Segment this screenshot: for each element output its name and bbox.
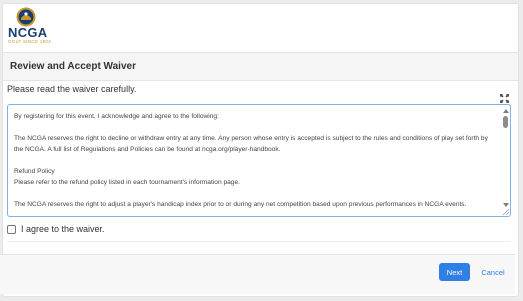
waiver-scrollbar[interactable] bbox=[502, 107, 510, 214]
agree-checkbox[interactable] bbox=[7, 225, 16, 234]
footer-bar bbox=[0, 254, 515, 294]
agree-label[interactable]: I agree to the waiver. bbox=[21, 224, 105, 234]
next-button[interactable]: Next bbox=[439, 263, 470, 281]
ncga-emblem-icon bbox=[16, 7, 36, 27]
waiver-content: By registering for this event, I acknowl… bbox=[14, 111, 494, 215]
scroll-down-arrow-icon[interactable] bbox=[503, 203, 509, 207]
scroll-thumb[interactable] bbox=[503, 116, 508, 128]
logo-area: NCGA GOLF SINCE 1903 bbox=[3, 4, 518, 52]
divider bbox=[7, 241, 511, 242]
refund-heading: Refund Policy bbox=[14, 168, 55, 175]
refund-text: Please refer to the refund policy listed… bbox=[14, 179, 240, 186]
waiver-paragraph-2: The NCGA reserves the right to adjust a … bbox=[14, 201, 467, 208]
brand-tagline: GOLF SINCE 1903 bbox=[8, 39, 52, 44]
waiver-textarea[interactable]: By registering for this event, I acknowl… bbox=[7, 104, 511, 217]
brand-name: NCGA bbox=[8, 25, 48, 40]
page-title: Review and Accept Waiver bbox=[10, 61, 136, 72]
cancel-button[interactable]: Cancel bbox=[478, 263, 508, 281]
scroll-up-arrow-icon[interactable] bbox=[503, 109, 509, 113]
header-bar: Review and Accept Waiver bbox=[3, 52, 518, 81]
resize-grip-icon[interactable] bbox=[503, 209, 509, 215]
expand-icon[interactable] bbox=[500, 94, 509, 103]
instructions-text: Please read the waiver carefully. bbox=[7, 84, 137, 94]
waiver-intro: By registering for this event, I acknowl… bbox=[14, 113, 219, 120]
waiver-paragraph: The NCGA reserves the right to decline o… bbox=[14, 135, 488, 153]
